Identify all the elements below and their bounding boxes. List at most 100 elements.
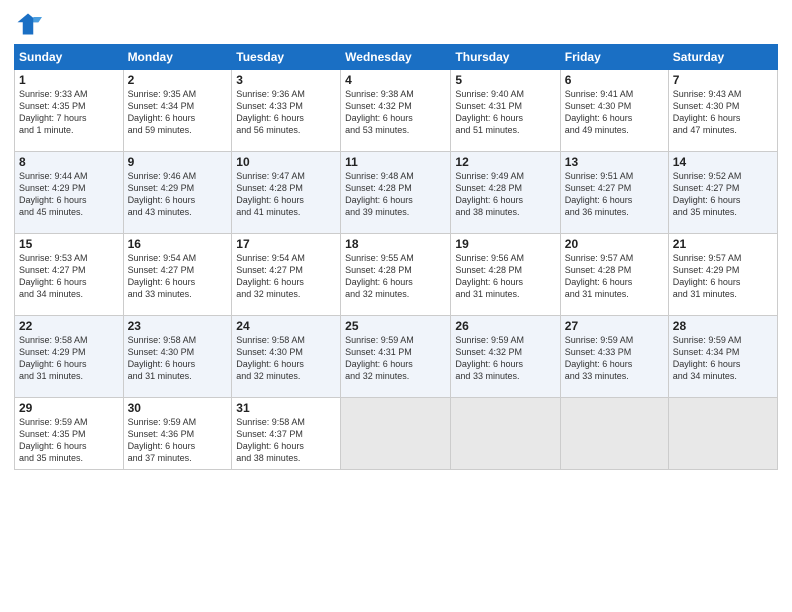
day-number: 20: [565, 237, 664, 251]
calendar-week-3: 15Sunrise: 9:53 AM Sunset: 4:27 PM Dayli…: [15, 234, 778, 316]
calendar-cell: 7Sunrise: 9:43 AM Sunset: 4:30 PM Daylig…: [668, 70, 777, 152]
calendar-cell: 2Sunrise: 9:35 AM Sunset: 4:34 PM Daylig…: [123, 70, 232, 152]
day-info: Sunrise: 9:47 AM Sunset: 4:28 PM Dayligh…: [236, 170, 336, 219]
calendar-cell: 27Sunrise: 9:59 AM Sunset: 4:33 PM Dayli…: [560, 316, 668, 398]
day-info: Sunrise: 9:57 AM Sunset: 4:29 PM Dayligh…: [673, 252, 773, 301]
day-info: Sunrise: 9:59 AM Sunset: 4:34 PM Dayligh…: [673, 334, 773, 383]
day-number: 25: [345, 319, 446, 333]
day-info: Sunrise: 9:41 AM Sunset: 4:30 PM Dayligh…: [565, 88, 664, 137]
day-number: 12: [455, 155, 555, 169]
day-number: 15: [19, 237, 119, 251]
day-info: Sunrise: 9:54 AM Sunset: 4:27 PM Dayligh…: [236, 252, 336, 301]
day-number: 16: [128, 237, 228, 251]
day-info: Sunrise: 9:51 AM Sunset: 4:27 PM Dayligh…: [565, 170, 664, 219]
day-info: Sunrise: 9:57 AM Sunset: 4:28 PM Dayligh…: [565, 252, 664, 301]
day-info: Sunrise: 9:56 AM Sunset: 4:28 PM Dayligh…: [455, 252, 555, 301]
calendar-header-wednesday: Wednesday: [341, 45, 451, 70]
calendar-cell: [341, 398, 451, 470]
calendar-cell: 25Sunrise: 9:59 AM Sunset: 4:31 PM Dayli…: [341, 316, 451, 398]
day-info: Sunrise: 9:46 AM Sunset: 4:29 PM Dayligh…: [128, 170, 228, 219]
calendar-cell: 31Sunrise: 9:58 AM Sunset: 4:37 PM Dayli…: [232, 398, 341, 470]
calendar-cell: 22Sunrise: 9:58 AM Sunset: 4:29 PM Dayli…: [15, 316, 124, 398]
day-number: 28: [673, 319, 773, 333]
calendar-cell: 29Sunrise: 9:59 AM Sunset: 4:35 PM Dayli…: [15, 398, 124, 470]
day-info: Sunrise: 9:49 AM Sunset: 4:28 PM Dayligh…: [455, 170, 555, 219]
day-info: Sunrise: 9:58 AM Sunset: 4:30 PM Dayligh…: [128, 334, 228, 383]
day-info: Sunrise: 9:59 AM Sunset: 4:33 PM Dayligh…: [565, 334, 664, 383]
calendar-cell: 26Sunrise: 9:59 AM Sunset: 4:32 PM Dayli…: [451, 316, 560, 398]
day-number: 18: [345, 237, 446, 251]
day-info: Sunrise: 9:58 AM Sunset: 4:37 PM Dayligh…: [236, 416, 336, 465]
day-info: Sunrise: 9:59 AM Sunset: 4:31 PM Dayligh…: [345, 334, 446, 383]
day-number: 26: [455, 319, 555, 333]
calendar-cell: 20Sunrise: 9:57 AM Sunset: 4:28 PM Dayli…: [560, 234, 668, 316]
day-info: Sunrise: 9:58 AM Sunset: 4:29 PM Dayligh…: [19, 334, 119, 383]
calendar-cell: 11Sunrise: 9:48 AM Sunset: 4:28 PM Dayli…: [341, 152, 451, 234]
calendar-header-tuesday: Tuesday: [232, 45, 341, 70]
calendar-week-5: 29Sunrise: 9:59 AM Sunset: 4:35 PM Dayli…: [15, 398, 778, 470]
day-number: 29: [19, 401, 119, 415]
day-number: 19: [455, 237, 555, 251]
calendar-cell: 6Sunrise: 9:41 AM Sunset: 4:30 PM Daylig…: [560, 70, 668, 152]
day-info: Sunrise: 9:55 AM Sunset: 4:28 PM Dayligh…: [345, 252, 446, 301]
calendar-week-1: 1Sunrise: 9:33 AM Sunset: 4:35 PM Daylig…: [15, 70, 778, 152]
day-info: Sunrise: 9:59 AM Sunset: 4:32 PM Dayligh…: [455, 334, 555, 383]
calendar-cell: 21Sunrise: 9:57 AM Sunset: 4:29 PM Dayli…: [668, 234, 777, 316]
calendar-cell: 1Sunrise: 9:33 AM Sunset: 4:35 PM Daylig…: [15, 70, 124, 152]
calendar-header-row: SundayMondayTuesdayWednesdayThursdayFrid…: [15, 45, 778, 70]
calendar-cell: 8Sunrise: 9:44 AM Sunset: 4:29 PM Daylig…: [15, 152, 124, 234]
calendar-cell: 16Sunrise: 9:54 AM Sunset: 4:27 PM Dayli…: [123, 234, 232, 316]
calendar-cell: 10Sunrise: 9:47 AM Sunset: 4:28 PM Dayli…: [232, 152, 341, 234]
calendar-cell: 28Sunrise: 9:59 AM Sunset: 4:34 PM Dayli…: [668, 316, 777, 398]
day-info: Sunrise: 9:59 AM Sunset: 4:36 PM Dayligh…: [128, 416, 228, 465]
calendar-cell: [451, 398, 560, 470]
calendar-cell: 17Sunrise: 9:54 AM Sunset: 4:27 PM Dayli…: [232, 234, 341, 316]
calendar-cell: 19Sunrise: 9:56 AM Sunset: 4:28 PM Dayli…: [451, 234, 560, 316]
day-number: 3: [236, 73, 336, 87]
calendar-cell: 23Sunrise: 9:58 AM Sunset: 4:30 PM Dayli…: [123, 316, 232, 398]
day-info: Sunrise: 9:33 AM Sunset: 4:35 PM Dayligh…: [19, 88, 119, 137]
calendar-cell: [560, 398, 668, 470]
logo-icon: [14, 10, 42, 38]
calendar-cell: 5Sunrise: 9:40 AM Sunset: 4:31 PM Daylig…: [451, 70, 560, 152]
day-number: 2: [128, 73, 228, 87]
day-info: Sunrise: 9:36 AM Sunset: 4:33 PM Dayligh…: [236, 88, 336, 137]
calendar-cell: 15Sunrise: 9:53 AM Sunset: 4:27 PM Dayli…: [15, 234, 124, 316]
calendar-header-monday: Monday: [123, 45, 232, 70]
day-number: 8: [19, 155, 119, 169]
day-number: 23: [128, 319, 228, 333]
calendar-header-thursday: Thursday: [451, 45, 560, 70]
day-info: Sunrise: 9:48 AM Sunset: 4:28 PM Dayligh…: [345, 170, 446, 219]
day-number: 5: [455, 73, 555, 87]
page: SundayMondayTuesdayWednesdayThursdayFrid…: [0, 0, 792, 612]
calendar-cell: 30Sunrise: 9:59 AM Sunset: 4:36 PM Dayli…: [123, 398, 232, 470]
day-number: 7: [673, 73, 773, 87]
day-info: Sunrise: 9:54 AM Sunset: 4:27 PM Dayligh…: [128, 252, 228, 301]
calendar-week-4: 22Sunrise: 9:58 AM Sunset: 4:29 PM Dayli…: [15, 316, 778, 398]
day-number: 14: [673, 155, 773, 169]
calendar-cell: 13Sunrise: 9:51 AM Sunset: 4:27 PM Dayli…: [560, 152, 668, 234]
calendar-cell: 12Sunrise: 9:49 AM Sunset: 4:28 PM Dayli…: [451, 152, 560, 234]
day-number: 13: [565, 155, 664, 169]
day-number: 9: [128, 155, 228, 169]
day-number: 30: [128, 401, 228, 415]
calendar-header-friday: Friday: [560, 45, 668, 70]
day-info: Sunrise: 9:38 AM Sunset: 4:32 PM Dayligh…: [345, 88, 446, 137]
day-number: 4: [345, 73, 446, 87]
calendar-week-2: 8Sunrise: 9:44 AM Sunset: 4:29 PM Daylig…: [15, 152, 778, 234]
day-number: 31: [236, 401, 336, 415]
day-number: 22: [19, 319, 119, 333]
day-info: Sunrise: 9:59 AM Sunset: 4:35 PM Dayligh…: [19, 416, 119, 465]
calendar-cell: [668, 398, 777, 470]
day-info: Sunrise: 9:52 AM Sunset: 4:27 PM Dayligh…: [673, 170, 773, 219]
calendar-cell: 9Sunrise: 9:46 AM Sunset: 4:29 PM Daylig…: [123, 152, 232, 234]
day-info: Sunrise: 9:44 AM Sunset: 4:29 PM Dayligh…: [19, 170, 119, 219]
day-number: 11: [345, 155, 446, 169]
calendar-cell: 18Sunrise: 9:55 AM Sunset: 4:28 PM Dayli…: [341, 234, 451, 316]
calendar-cell: 24Sunrise: 9:58 AM Sunset: 4:30 PM Dayli…: [232, 316, 341, 398]
day-number: 6: [565, 73, 664, 87]
day-info: Sunrise: 9:43 AM Sunset: 4:30 PM Dayligh…: [673, 88, 773, 137]
day-number: 27: [565, 319, 664, 333]
day-number: 1: [19, 73, 119, 87]
day-number: 21: [673, 237, 773, 251]
